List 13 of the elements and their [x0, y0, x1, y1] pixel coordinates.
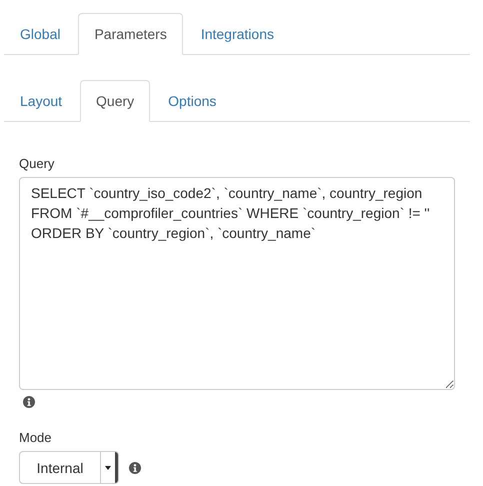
tab[interactable]: Global	[4, 13, 76, 55]
tab[interactable]: Options	[152, 80, 232, 122]
mode-select[interactable]: Internal	[19, 451, 119, 484]
caret-icon	[105, 466, 111, 470]
info-icon	[23, 396, 35, 408]
tab[interactable]: Integrations	[184, 13, 290, 55]
tab[interactable]: Query	[80, 80, 150, 122]
field-label: Mode	[19, 430, 53, 445]
query-field[interactable]: SELECT `country_iso_code2`, `country_name`, country_region FROM `#__comprofiler_countries` WHERE `country_region` != '' ORDER BY `country_region`, `country_name`	[19, 177, 455, 390]
field-label: Query	[19, 156, 56, 171]
tab[interactable]: Layout	[4, 80, 78, 122]
tab[interactable]: Parameters	[78, 13, 183, 55]
info-icon	[129, 462, 141, 474]
